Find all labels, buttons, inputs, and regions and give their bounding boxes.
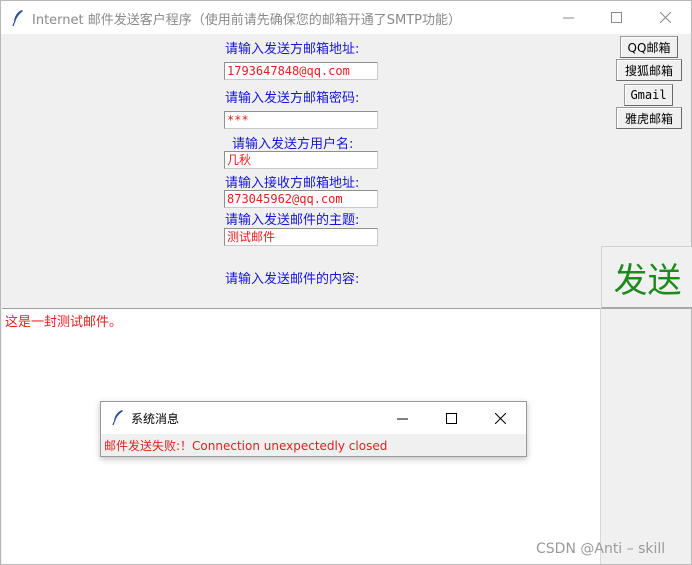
- close-icon: [659, 12, 671, 23]
- sender-password-field[interactable]: ***: [224, 111, 378, 129]
- maximize-icon: [445, 412, 457, 424]
- minimize-button[interactable]: [545, 1, 591, 34]
- sohu-mail-button[interactable]: 搜狐邮箱: [616, 59, 682, 81]
- subject-field[interactable]: 测试邮件: [224, 228, 378, 246]
- watermark: CSDN @Anti – skill: [536, 541, 666, 557]
- system-message-dialog: 系统消息 邮件发送失败:！Connection unexpectedly clo…: [100, 401, 527, 457]
- subject-label: 请输入发送邮件的主题:: [225, 213, 360, 228]
- maximize-icon: [610, 12, 622, 23]
- sender-password-label: 请输入发送方邮箱密码:: [225, 91, 360, 106]
- window-title: Internet 邮件发送客户程序（使用前请先确保您的邮箱开通了SMTP功能）: [32, 13, 462, 28]
- gmail-button[interactable]: Gmail: [624, 84, 673, 106]
- send-button[interactable]: 发送: [601, 246, 692, 309]
- tk-feather-icon: [12, 10, 23, 27]
- dialog-maximize-button[interactable]: [427, 402, 475, 434]
- dialog-minimize-button[interactable]: [378, 402, 426, 434]
- title-bar: Internet 邮件发送客户程序（使用前请先确保您的邮箱开通了SMTP功能）: [1, 1, 691, 34]
- sender-username-label: 请输入发送方用户名:: [232, 137, 354, 152]
- sender-email-label: 请输入发送方邮箱地址:: [225, 42, 360, 57]
- dialog-title-bar: 系统消息: [101, 402, 526, 434]
- sender-username-field[interactable]: 几秋: [224, 151, 378, 169]
- close-icon: [494, 412, 506, 424]
- dialog-close-button[interactable]: [476, 402, 524, 434]
- qq-mail-button[interactable]: QQ邮箱: [620, 36, 678, 58]
- content-text: 这是一封测试邮件。: [5, 315, 123, 330]
- minimize-icon: [562, 17, 574, 19]
- sender-email-field[interactable]: 1793647848@qq.com: [224, 62, 378, 80]
- yahoo-mail-button[interactable]: 雅虎邮箱: [616, 107, 682, 129]
- dialog-error-message: 邮件发送失败:！Connection unexpectedly closed: [104, 439, 388, 453]
- maximize-button[interactable]: [593, 1, 639, 34]
- recipient-email-label: 请输入接收方邮箱地址:: [225, 176, 360, 191]
- dialog-title: 系统消息: [131, 412, 180, 426]
- close-button[interactable]: [642, 1, 688, 34]
- minimize-icon: [396, 418, 408, 419]
- content-label: 请输入发送邮件的内容:: [225, 272, 360, 287]
- tk-feather-icon: [112, 410, 123, 426]
- main-window: Internet 邮件发送客户程序（使用前请先确保您的邮箱开通了SMTP功能） …: [0, 0, 692, 565]
- recipient-email-field[interactable]: 873045962@qq.com: [224, 190, 378, 208]
